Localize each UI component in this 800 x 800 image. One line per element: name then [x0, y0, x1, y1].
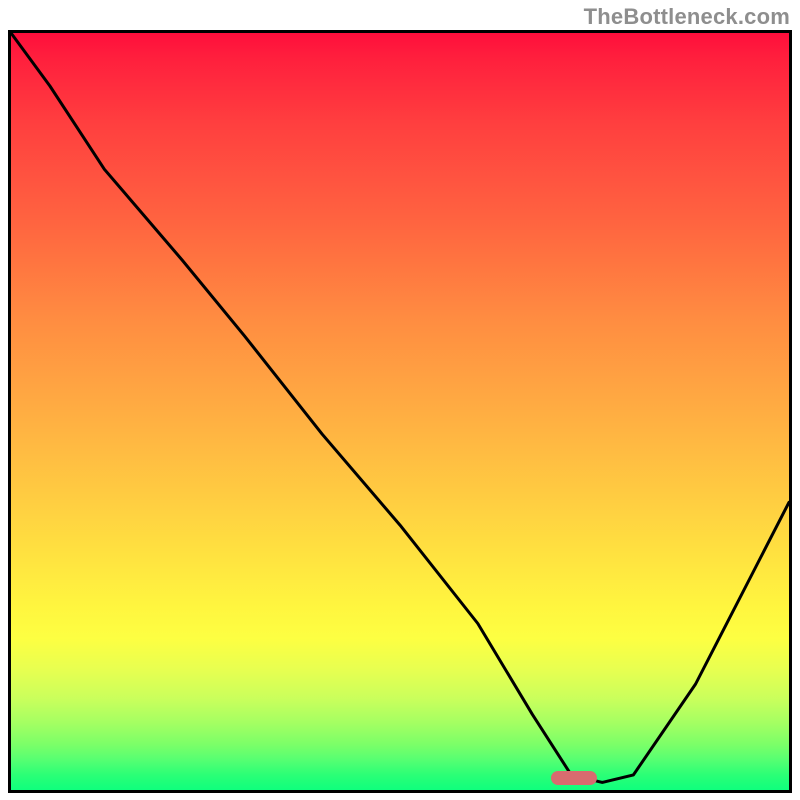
- site-watermark: TheBottleneck.com: [584, 4, 790, 30]
- optimum-marker: [551, 771, 597, 785]
- bottleneck-curve-line: [11, 33, 789, 790]
- chart-frame: [8, 30, 792, 793]
